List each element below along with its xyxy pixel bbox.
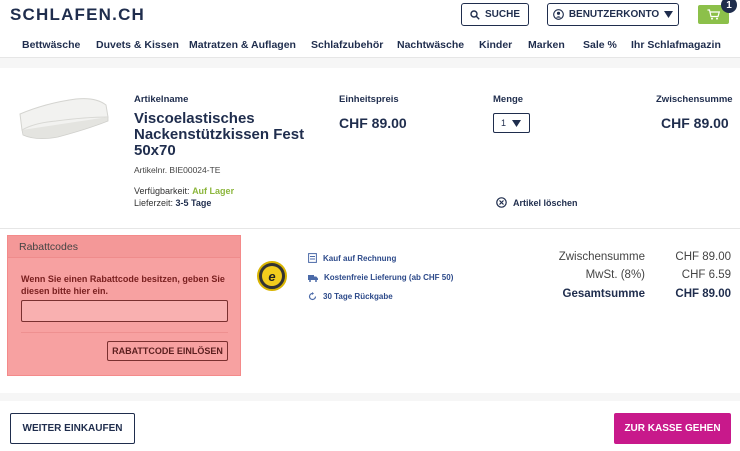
coupon-instructions: Wenn Sie einen Rabattcode besitzen, gebe… [21, 274, 225, 296]
column-header-unit-price: Einheitspreis [339, 94, 399, 105]
feature-free-delivery-label: Kostenfreie Lieferung (ab CHF 50) [324, 273, 454, 282]
section-separator [0, 58, 740, 68]
unit-price: CHF 89.00 [339, 115, 407, 131]
column-header-name: Artikelname [134, 94, 189, 105]
tax-value: CHF 6.59 [681, 269, 731, 281]
site-logo[interactable]: SCHLAFEN.CH [10, 5, 145, 25]
column-header-quantity: Menge [493, 94, 524, 105]
feature-invoice-label: Kauf auf Rechnung [323, 253, 397, 263]
caret-down-icon [664, 11, 674, 18]
availability-label: Verfügbarkeit: [134, 186, 190, 196]
total-label: Gesamtsumme [562, 288, 645, 300]
trusted-shops-e-icon: e [262, 266, 282, 286]
search-button-label: SUCHE [484, 9, 520, 20]
feature-returns: 30 Tage Rückgabe [308, 292, 393, 301]
cart-count-badge: 1 [721, 0, 737, 13]
nav-item-bettwaesche[interactable]: Bettwäsche [22, 39, 80, 51]
account-button[interactable]: BENUTZERKONTO [547, 3, 679, 26]
divider [0, 228, 740, 229]
coupon-panel: Rabattcodes Wenn Sie einen Rabattcode be… [7, 235, 241, 376]
tax-label: MwSt. (8%) [585, 269, 645, 281]
cart-icon [707, 9, 720, 20]
nav-item-schlafmagazin[interactable]: Ihr Schlafmagazin [631, 39, 721, 51]
subtotal-value: CHF 89.00 [675, 251, 731, 263]
redeem-coupon-button[interactable]: RABATTCODE EINLÖSEN [107, 341, 228, 361]
product-sku: Artikelnr. BIE00024-TE [134, 165, 221, 175]
product-name[interactable]: Viscoelastisches Nackenstützkissen Fest … [134, 111, 334, 159]
section-separator [0, 393, 740, 401]
search-icon [470, 9, 480, 20]
delivery-label: Lieferzeit: [134, 198, 174, 208]
truck-icon [308, 274, 318, 282]
product-image[interactable] [16, 97, 111, 139]
nav-item-nachtwaesche[interactable]: Nachtwäsche [397, 39, 464, 51]
subtotal-label: Zwischensumme [558, 251, 645, 263]
remove-circle-icon [496, 197, 507, 208]
feature-invoice: Kauf auf Rechnung [308, 253, 396, 263]
nav-item-schlafzubehoer[interactable]: Schlafzubehör [311, 39, 383, 51]
feature-returns-label: 30 Tage Rückgabe [323, 292, 393, 301]
delivery-value: 3-5 Tage [175, 198, 212, 208]
coupon-divider [21, 332, 228, 333]
quantity-value: 1 [501, 118, 507, 128]
feature-free-delivery: Kostenfreie Lieferung (ab CHF 50) [308, 273, 453, 282]
nav-item-sale[interactable]: Sale % [583, 39, 617, 51]
checkout-button[interactable]: ZUR KASSE GEHEN [614, 413, 731, 444]
account-button-label: BENUTZERKONTO [568, 9, 660, 20]
nav-item-matratzen-auflagen[interactable]: Matratzen & Auflagen [189, 39, 296, 51]
coupon-code-input[interactable] [21, 300, 228, 322]
quantity-select[interactable]: 1 [493, 113, 530, 133]
continue-shopping-button[interactable]: WEITER EINKAUFEN [10, 413, 135, 444]
total-value: CHF 89.00 [675, 288, 731, 300]
availability: Verfügbarkeit: Auf Lager [134, 186, 234, 196]
site-header: SCHLAFEN.CH SUCHE BENUTZERKONTO 1 [0, 0, 740, 32]
line-subtotal: CHF 89.00 [661, 115, 729, 131]
delete-item-button[interactable]: Artikel löschen [496, 197, 578, 208]
delivery-time: Lieferzeit: 3-5 Tage [134, 198, 211, 208]
trusted-shops-badge[interactable]: e [257, 261, 287, 291]
return-icon [308, 292, 317, 301]
user-icon [552, 9, 564, 20]
nav-item-kinder[interactable]: Kinder [479, 39, 512, 51]
delete-item-label: Artikel löschen [513, 197, 578, 208]
nav-item-marken[interactable]: Marken [528, 39, 565, 51]
column-header-subtotal: Zwischensumme [656, 94, 733, 105]
invoice-icon [308, 253, 317, 263]
search-button[interactable]: SUCHE [461, 3, 529, 26]
main-navigation: Bettwäsche Duvets & Kissen Matratzen & A… [0, 32, 740, 58]
nav-item-duvets-kissen[interactable]: Duvets & Kissen [96, 39, 179, 51]
coupon-title: Rabattcodes [8, 236, 240, 258]
caret-down-icon [512, 119, 522, 127]
availability-value: Auf Lager [192, 186, 235, 196]
